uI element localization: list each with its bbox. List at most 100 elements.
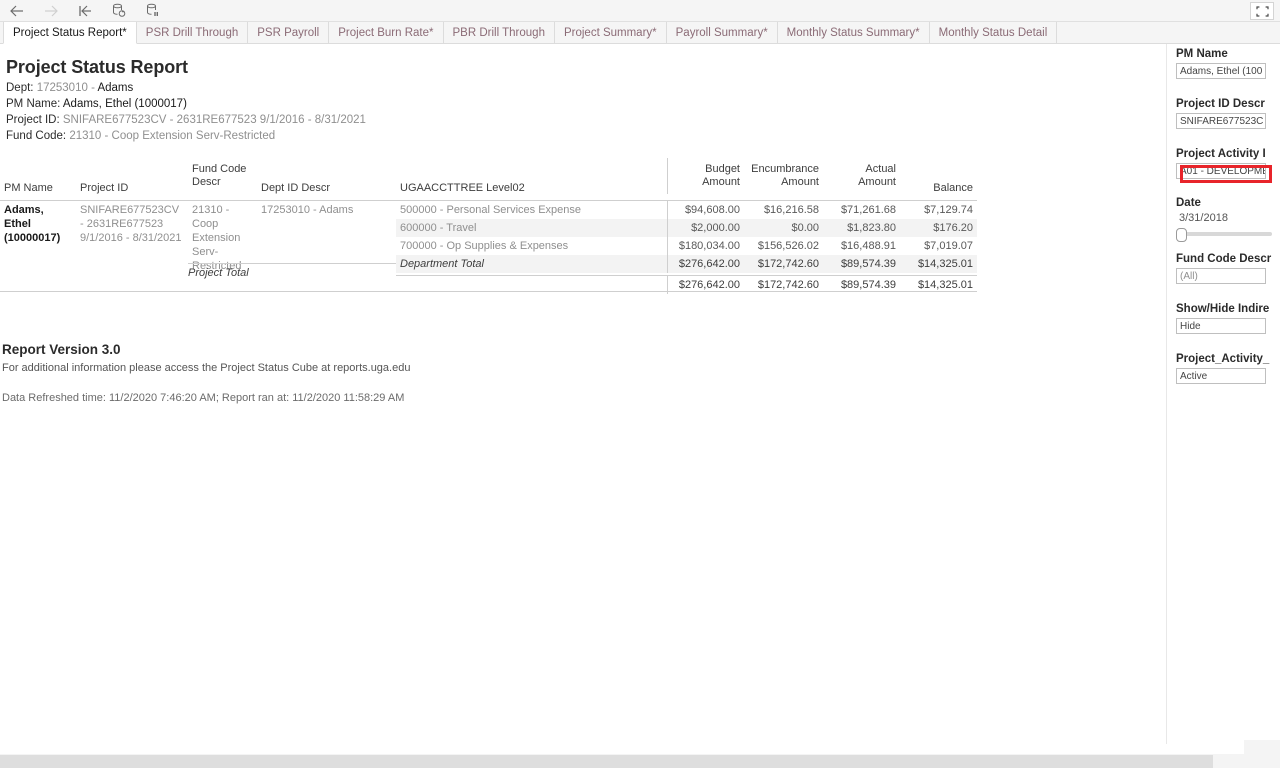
project-activity-status-dropdown[interactable]: Active xyxy=(1176,368,1266,384)
filter-project-id-descr: Project ID Descr SNIFARE677523C xyxy=(1176,98,1280,129)
cell-balance: $7,019.07 xyxy=(924,240,973,252)
tab-payroll-summary[interactable]: Payroll Summary* xyxy=(666,22,778,43)
fund-code-descr-dropdown[interactable]: (All) xyxy=(1176,268,1266,284)
report-version: Report Version 3.0 xyxy=(2,342,121,357)
col-header-ugaaccttree[interactable]: UGAACCTTREE Level02 xyxy=(396,182,667,200)
report-table: PM Name Project ID Fund Code Descr Dept … xyxy=(0,158,977,294)
table-right-block: 500000 - Personal Services Expense $94,6… xyxy=(396,201,977,294)
cell-encumbrance: $172,742.60 xyxy=(757,258,819,270)
project-activity-id-dropdown[interactable]: A01 - DEVELOPME xyxy=(1176,163,1266,179)
show-hide-indirect-dropdown[interactable]: Hide xyxy=(1176,318,1266,334)
tab-pbr-drill-through[interactable]: PBR Drill Through xyxy=(443,22,555,43)
tab-label: PSR Drill Through xyxy=(145,26,239,39)
horizontal-scrollbar-thumb[interactable] xyxy=(0,755,1213,768)
cell-account: 700000 - Op Supplies & Expenses xyxy=(400,240,569,252)
tableau-dashboard: Project Status Report* PSR Drill Through… xyxy=(0,0,1280,768)
col-header-budget-amount[interactable]: Budget Amount xyxy=(667,158,744,194)
date-slider[interactable] xyxy=(1176,228,1272,242)
cell-balance: $7,129.74 xyxy=(924,204,973,216)
tab-project-burn-rate[interactable]: Project Burn Rate* xyxy=(329,22,444,43)
cell-pm-name: Adams, Ethel (10000017) xyxy=(4,204,61,244)
filter-label: Project ID Descr xyxy=(1176,98,1265,110)
col-header-balance[interactable]: Balance xyxy=(900,182,977,200)
cell-budget: $276,642.00 xyxy=(667,255,744,273)
project-total-rule xyxy=(188,263,396,264)
tab-label: Project Summary* xyxy=(563,26,657,39)
pm-name-dropdown[interactable]: Adams, Ethel (100 xyxy=(1176,63,1266,79)
revert-button[interactable] xyxy=(68,0,102,22)
tab-project-status-report[interactable]: Project Status Report* xyxy=(3,22,137,44)
project-total-label: Project Total xyxy=(188,267,249,279)
pm-line: PM Name: Adams, Ethel (1000017) xyxy=(6,98,187,110)
pm-value: Adams, Ethel (1000017) xyxy=(62,98,187,110)
fund-label: Fund Code: xyxy=(6,130,67,142)
fullscreen-icon xyxy=(1255,5,1269,17)
col-header-encumbrance-amount[interactable]: Encumbrance Amount xyxy=(744,158,823,194)
date-value: 3/31/2018 xyxy=(1179,212,1228,224)
toolbar xyxy=(0,0,1280,22)
slider-track[interactable] xyxy=(1176,232,1272,236)
pause-auto-update-icon xyxy=(147,3,158,16)
tab-label: PBR Drill Through xyxy=(452,26,545,39)
cell-account: Department Total xyxy=(400,258,484,270)
filter-project-activity-status: Project_Activity_ Active xyxy=(1176,353,1280,384)
tab-label: Monthly Status Summary* xyxy=(786,26,920,39)
tab-label: Project Status Report* xyxy=(13,26,127,39)
cell-encumbrance: $16,216.58 xyxy=(763,204,819,216)
filter-project-activity-id: Project Activity I A01 - DEVELOPME xyxy=(1176,148,1280,183)
dept-line: Dept: 17253010 - Adams xyxy=(6,82,133,94)
scrollbar-corner xyxy=(1244,740,1280,754)
cell-balance: $176.20 xyxy=(933,222,973,234)
tab-strip: Project Status Report* PSR Drill Through… xyxy=(0,22,1280,44)
col-header-actual-amount[interactable]: Actual Amount xyxy=(823,158,900,194)
col-header-pm-name[interactable]: PM Name xyxy=(0,182,76,200)
report-sheet: Project Status Report Dept: 17253010 - A… xyxy=(0,44,1166,744)
filter-panel: PM Name Adams, Ethel (100 Project ID Des… xyxy=(1167,44,1280,744)
fund-line: Fund Code: 21310 - Coop Extension Serv-R… xyxy=(6,130,275,142)
horizontal-scrollbar[interactable] xyxy=(0,754,1280,768)
report-info: For additional information please access… xyxy=(2,362,411,374)
project-line: Project ID: SNIFARE677523CV - 2631RE6775… xyxy=(6,114,366,126)
cell-encumbrance: $156,526.02 xyxy=(757,240,819,252)
fund-value: 21310 - Coop Extension Serv-Restricted xyxy=(69,130,276,142)
fullscreen-button[interactable] xyxy=(1250,2,1274,20)
pm-label: PM Name: xyxy=(6,98,61,110)
filter-show-hide-indirect: Show/Hide Indire Hide xyxy=(1176,303,1280,334)
table-row[interactable]: 700000 - Op Supplies & Expenses $180,034… xyxy=(396,237,977,255)
forward-button[interactable] xyxy=(34,0,68,22)
col-header-fund-code-descr[interactable]: Fund Code Descr xyxy=(188,158,257,194)
revert-to-start-icon xyxy=(79,5,91,16)
tab-label: Payroll Summary* xyxy=(675,26,768,39)
tab-psr-drill-through[interactable]: PSR Drill Through xyxy=(136,22,249,43)
filter-label: Fund Code Descr xyxy=(1176,253,1272,265)
table-header-row: PM Name Project ID Fund Code Descr Dept … xyxy=(0,158,977,201)
filter-label: Project_Activity_ xyxy=(1176,353,1270,365)
cell-account: 600000 - Travel xyxy=(400,222,477,234)
table-row[interactable]: 600000 - Travel $2,000.00 $0.00 $1,823.8… xyxy=(396,219,977,237)
slider-thumb[interactable] xyxy=(1176,228,1187,242)
back-button[interactable] xyxy=(0,0,34,22)
cell-actual: $16,488.91 xyxy=(840,240,896,252)
filter-label: Date xyxy=(1176,197,1201,209)
filter-date: Date 3/31/2018 xyxy=(1176,197,1280,242)
dept-value: 17253010 - xyxy=(36,82,95,94)
tab-psr-payroll[interactable]: PSR Payroll xyxy=(248,22,330,43)
refresh-button[interactable] xyxy=(102,0,136,22)
col-header-project-id[interactable]: Project ID xyxy=(76,182,188,200)
arrow-left-icon xyxy=(10,5,23,16)
cell-actual: $1,823.80 xyxy=(847,222,896,234)
project-id-descr-dropdown[interactable]: SNIFARE677523C xyxy=(1176,113,1266,129)
table-row-department-total[interactable]: Department Total $276,642.00 $172,742.60… xyxy=(396,255,977,273)
tab-monthly-status-summary[interactable]: Monthly Status Summary* xyxy=(777,22,930,43)
cell-budget: $180,034.00 xyxy=(667,237,744,255)
page-title: Project Status Report xyxy=(6,57,188,77)
table-row[interactable]: 500000 - Personal Services Expense $94,6… xyxy=(396,201,977,219)
tab-monthly-status-detail[interactable]: Monthly Status Detail xyxy=(929,22,1058,43)
cell-budget: $94,608.00 xyxy=(667,201,744,219)
dept-label: Dept: xyxy=(6,82,34,94)
refresh-data-source-icon xyxy=(113,3,126,17)
tab-project-summary[interactable]: Project Summary* xyxy=(554,22,667,43)
project-label: Project ID: xyxy=(6,114,60,126)
pause-button[interactable] xyxy=(136,0,170,22)
col-header-dept-id-descr[interactable]: Dept ID Descr xyxy=(257,182,396,200)
